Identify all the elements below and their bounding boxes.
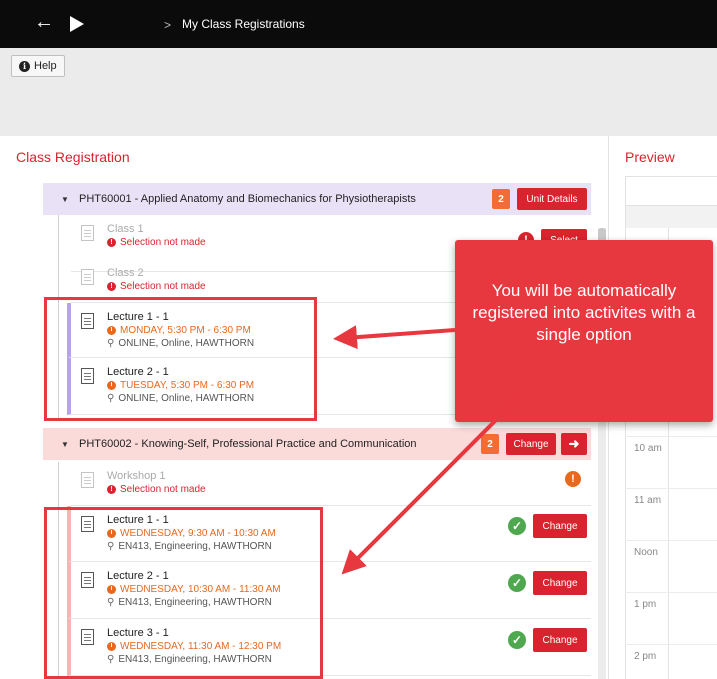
warning-icon: ! bbox=[107, 238, 116, 247]
check-circle-icon: ✓ bbox=[508, 517, 526, 535]
unit-row-pht60002[interactable]: ▼ PHT60002 - Knowing-Self, Professional … bbox=[43, 428, 591, 460]
warning-icon: ! bbox=[107, 485, 116, 494]
unit-details-button[interactable]: Unit Details bbox=[517, 188, 587, 210]
breadcrumb[interactable]: My Class Registrations bbox=[182, 17, 305, 31]
highlight-box bbox=[44, 297, 317, 421]
calendar-hour-line bbox=[625, 488, 717, 489]
calendar-hour-line bbox=[625, 592, 717, 593]
unit-row-pht60001[interactable]: ▼ PHT60001 - Applied Anatomy and Biomech… bbox=[43, 183, 591, 215]
class-registration-title: Class Registration bbox=[16, 149, 130, 165]
check-circle-icon: ✓ bbox=[508, 631, 526, 649]
row-actions: ✓ Change bbox=[508, 628, 587, 652]
time-label: 10 am bbox=[634, 443, 662, 454]
calendar-hour-line bbox=[625, 436, 717, 437]
help-label: Help bbox=[34, 60, 57, 72]
warning-icon: ! bbox=[565, 471, 581, 487]
status-text: Selection not made bbox=[120, 484, 206, 495]
change-button[interactable]: Change bbox=[533, 514, 587, 538]
document-icon bbox=[81, 269, 94, 285]
document-icon bbox=[81, 225, 94, 241]
breadcrumb-separator: > bbox=[164, 18, 172, 32]
preview-title: Preview bbox=[625, 149, 675, 165]
row-actions: ✓ Change bbox=[508, 571, 587, 595]
caret-down-icon[interactable]: ▼ bbox=[61, 195, 69, 204]
top-bar: ← > My Class Registrations bbox=[0, 0, 717, 48]
time-label: 2 pm bbox=[634, 651, 657, 662]
row-actions: ! bbox=[565, 471, 581, 487]
calendar-subheader bbox=[625, 206, 717, 228]
time-label: 1 pm bbox=[634, 599, 657, 610]
unit-title: PHT60002 - Knowing-Self, Professional Pr… bbox=[79, 438, 417, 450]
info-icon: i bbox=[19, 60, 30, 72]
logo-icon bbox=[70, 16, 84, 32]
change-button[interactable]: Change bbox=[533, 628, 587, 652]
calendar-hour-line bbox=[625, 540, 717, 541]
back-arrow-icon[interactable]: ← bbox=[34, 12, 54, 32]
count-badge: 2 bbox=[492, 189, 510, 209]
warning-icon: ! bbox=[107, 282, 116, 291]
help-button[interactable]: i Help bbox=[11, 55, 65, 77]
check-circle-icon: ✓ bbox=[508, 574, 526, 592]
change-unit-button[interactable]: Change bbox=[506, 433, 556, 455]
row-actions: ✓ Change bbox=[508, 514, 587, 538]
selection-status: ! Selection not made bbox=[107, 484, 206, 495]
class-name: Class 1 bbox=[107, 223, 144, 235]
count-badge: 2 bbox=[481, 434, 499, 454]
document-icon bbox=[81, 472, 94, 488]
class-name: Workshop 1 bbox=[107, 470, 166, 482]
exit-icon[interactable]: ➜ bbox=[561, 433, 587, 455]
unit-title: PHT60001 - Applied Anatomy and Biomechan… bbox=[79, 193, 416, 205]
time-label: Noon bbox=[634, 547, 658, 558]
toolbar: i Help bbox=[0, 48, 717, 136]
time-label: 11 am bbox=[634, 495, 662, 506]
status-text: Selection not made bbox=[120, 281, 206, 292]
highlight-box bbox=[44, 507, 323, 679]
annotation-callout: You will be automatically registered int… bbox=[455, 240, 713, 422]
caret-down-icon[interactable]: ▼ bbox=[61, 440, 69, 449]
change-button[interactable]: Change bbox=[533, 571, 587, 595]
selection-status: ! Selection not made bbox=[107, 237, 206, 248]
calendar-header bbox=[625, 176, 717, 206]
selection-status: ! Selection not made bbox=[107, 281, 206, 292]
class-row[interactable]: Workshop 1 ! Selection not made ! bbox=[71, 462, 591, 506]
class-name: Class 2 bbox=[107, 267, 144, 279]
calendar-hour-line bbox=[625, 644, 717, 645]
status-text: Selection not made bbox=[120, 237, 206, 248]
